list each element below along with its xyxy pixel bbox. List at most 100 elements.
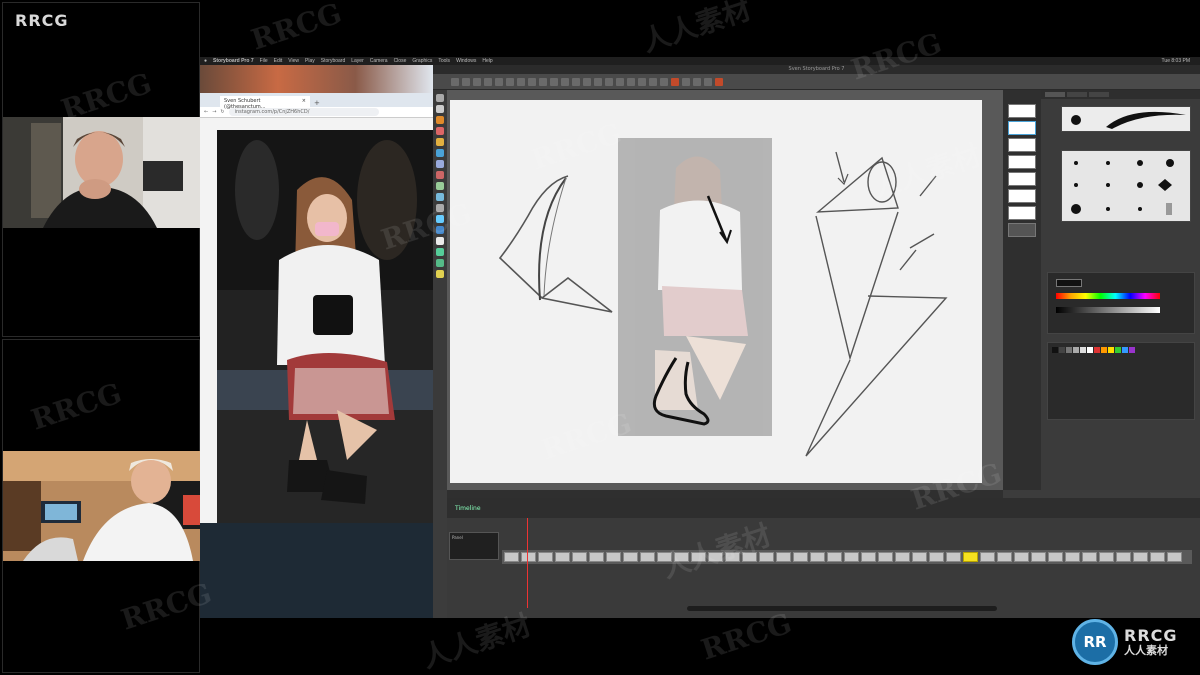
play-icon[interactable] xyxy=(638,77,646,86)
camera-icon[interactable] xyxy=(572,77,580,86)
timeline-cell[interactable] xyxy=(1133,552,1148,562)
menu-layer[interactable]: Layer xyxy=(351,58,364,64)
thumbnail[interactable] xyxy=(1008,206,1036,220)
paint-tool-icon[interactable] xyxy=(436,149,444,157)
timeline-cell[interactable] xyxy=(742,552,757,562)
safe-area-icon[interactable] xyxy=(693,77,701,86)
zoom-tool-icon[interactable] xyxy=(436,193,444,201)
colour-panel[interactable] xyxy=(1047,272,1195,334)
swatch[interactable] xyxy=(1066,347,1072,353)
rotate-tool-icon[interactable] xyxy=(436,204,444,212)
timeline-cell[interactable] xyxy=(691,552,706,562)
timeline-cell[interactable] xyxy=(1065,552,1080,562)
swatch[interactable] xyxy=(1101,347,1107,353)
pencil-icon[interactable] xyxy=(528,77,536,86)
undo-icon[interactable] xyxy=(484,77,492,86)
transform-tool-icon[interactable] xyxy=(436,226,444,234)
shape-tool-icon[interactable] xyxy=(436,160,444,168)
timeline-cell[interactable] xyxy=(759,552,774,562)
panel-icon[interactable] xyxy=(715,77,723,86)
back-icon[interactable]: ← xyxy=(204,109,208,115)
close-icon[interactable]: × xyxy=(302,98,306,105)
brush-preview[interactable] xyxy=(1061,106,1191,132)
menu-close[interactable]: Close xyxy=(394,58,407,64)
browser-tab[interactable]: Sven Schubert (@thesanctum... × xyxy=(220,96,310,110)
tab-tool-properties[interactable] xyxy=(1045,92,1065,97)
timeline-cell[interactable] xyxy=(1048,552,1063,562)
swatch[interactable] xyxy=(1073,347,1079,353)
save-icon[interactable] xyxy=(473,77,481,86)
menu-edit[interactable]: Edit xyxy=(274,58,283,64)
menu-view[interactable]: View xyxy=(288,58,299,64)
timeline-cell-selected[interactable] xyxy=(963,552,978,562)
timeline-cell[interactable] xyxy=(1014,552,1029,562)
timeline-cell[interactable] xyxy=(878,552,893,562)
timeline-cell[interactable] xyxy=(912,552,927,562)
hue-slider[interactable] xyxy=(1056,293,1160,299)
timeline-cell[interactable] xyxy=(657,552,672,562)
timeline-cell[interactable] xyxy=(1116,552,1131,562)
timeline-cell[interactable] xyxy=(623,552,638,562)
swatch[interactable] xyxy=(1087,347,1093,353)
drawing-canvas[interactable] xyxy=(450,100,982,483)
text-icon[interactable] xyxy=(561,77,569,86)
timeline-cell[interactable] xyxy=(844,552,859,562)
timeline-cell[interactable] xyxy=(810,552,825,562)
camera-tool-icon[interactable] xyxy=(436,215,444,223)
swatch[interactable] xyxy=(1052,347,1058,353)
layer-icon[interactable] xyxy=(583,77,591,86)
menu-tools[interactable]: Tools xyxy=(438,58,450,64)
brush-icon[interactable] xyxy=(517,77,525,86)
timeline-cell[interactable] xyxy=(1082,552,1097,562)
swatch[interactable] xyxy=(1122,347,1128,353)
sound-icon[interactable] xyxy=(660,77,668,86)
forward-icon[interactable]: → xyxy=(212,109,216,115)
apple-icon[interactable]: ● xyxy=(204,58,207,64)
new-tab-icon[interactable]: + xyxy=(314,99,320,107)
timeline-cell[interactable] xyxy=(1150,552,1165,562)
light-tool-icon[interactable] xyxy=(436,270,444,278)
timeline-cell[interactable] xyxy=(555,552,570,562)
timeline-cell[interactable] xyxy=(1031,552,1046,562)
record-icon[interactable] xyxy=(671,77,679,86)
timeline-cell[interactable] xyxy=(708,552,723,562)
thumbnail[interactable] xyxy=(1008,138,1036,152)
eyedropper-tool-icon[interactable] xyxy=(436,237,444,245)
timeline-cell[interactable] xyxy=(674,552,689,562)
onion-skin-icon[interactable] xyxy=(627,77,635,86)
value-slider[interactable] xyxy=(1056,307,1160,313)
thumbnail[interactable] xyxy=(1008,104,1036,118)
flip-icon[interactable] xyxy=(616,77,624,86)
brush-tool-icon[interactable] xyxy=(436,116,444,124)
shape-icon[interactable] xyxy=(550,77,558,86)
pencil-tool-icon[interactable] xyxy=(436,127,444,135)
timeline-cell[interactable] xyxy=(929,552,944,562)
app-name[interactable]: Storyboard Pro 7 xyxy=(213,58,254,64)
timeline-cell[interactable] xyxy=(504,552,519,562)
thumbnail[interactable] xyxy=(1008,189,1036,203)
timeline-cell[interactable] xyxy=(776,552,791,562)
thumbnail[interactable] xyxy=(1008,155,1036,169)
menubar-clock[interactable]: Tue 8:03 PM xyxy=(1162,58,1190,64)
light-table-icon[interactable] xyxy=(704,77,712,86)
swatch[interactable] xyxy=(1108,347,1114,353)
timeline-cell[interactable] xyxy=(895,552,910,562)
timeline-scrollbar[interactable] xyxy=(687,606,997,611)
timeline-cell[interactable] xyxy=(946,552,961,562)
timeline-cell[interactable] xyxy=(827,552,842,562)
url-field[interactable]: instagram.com/p/CnjZH6hCD/ xyxy=(228,108,379,116)
open-icon[interactable] xyxy=(462,77,470,86)
thumbnail[interactable] xyxy=(1008,172,1036,186)
menu-camera[interactable]: Camera xyxy=(370,58,388,64)
timeline-cell[interactable] xyxy=(725,552,740,562)
contour-tool-icon[interactable] xyxy=(436,105,444,113)
swatch[interactable] xyxy=(1094,347,1100,353)
text-tool-icon[interactable] xyxy=(436,171,444,179)
menu-play[interactable]: Play xyxy=(305,58,315,64)
timeline-cell[interactable] xyxy=(589,552,604,562)
brush-presets[interactable] xyxy=(1061,150,1191,222)
timeline-cell[interactable] xyxy=(861,552,876,562)
tab-colour[interactable] xyxy=(1089,92,1109,97)
tab-layers[interactable] xyxy=(1067,92,1087,97)
eraser-icon[interactable] xyxy=(539,77,547,86)
